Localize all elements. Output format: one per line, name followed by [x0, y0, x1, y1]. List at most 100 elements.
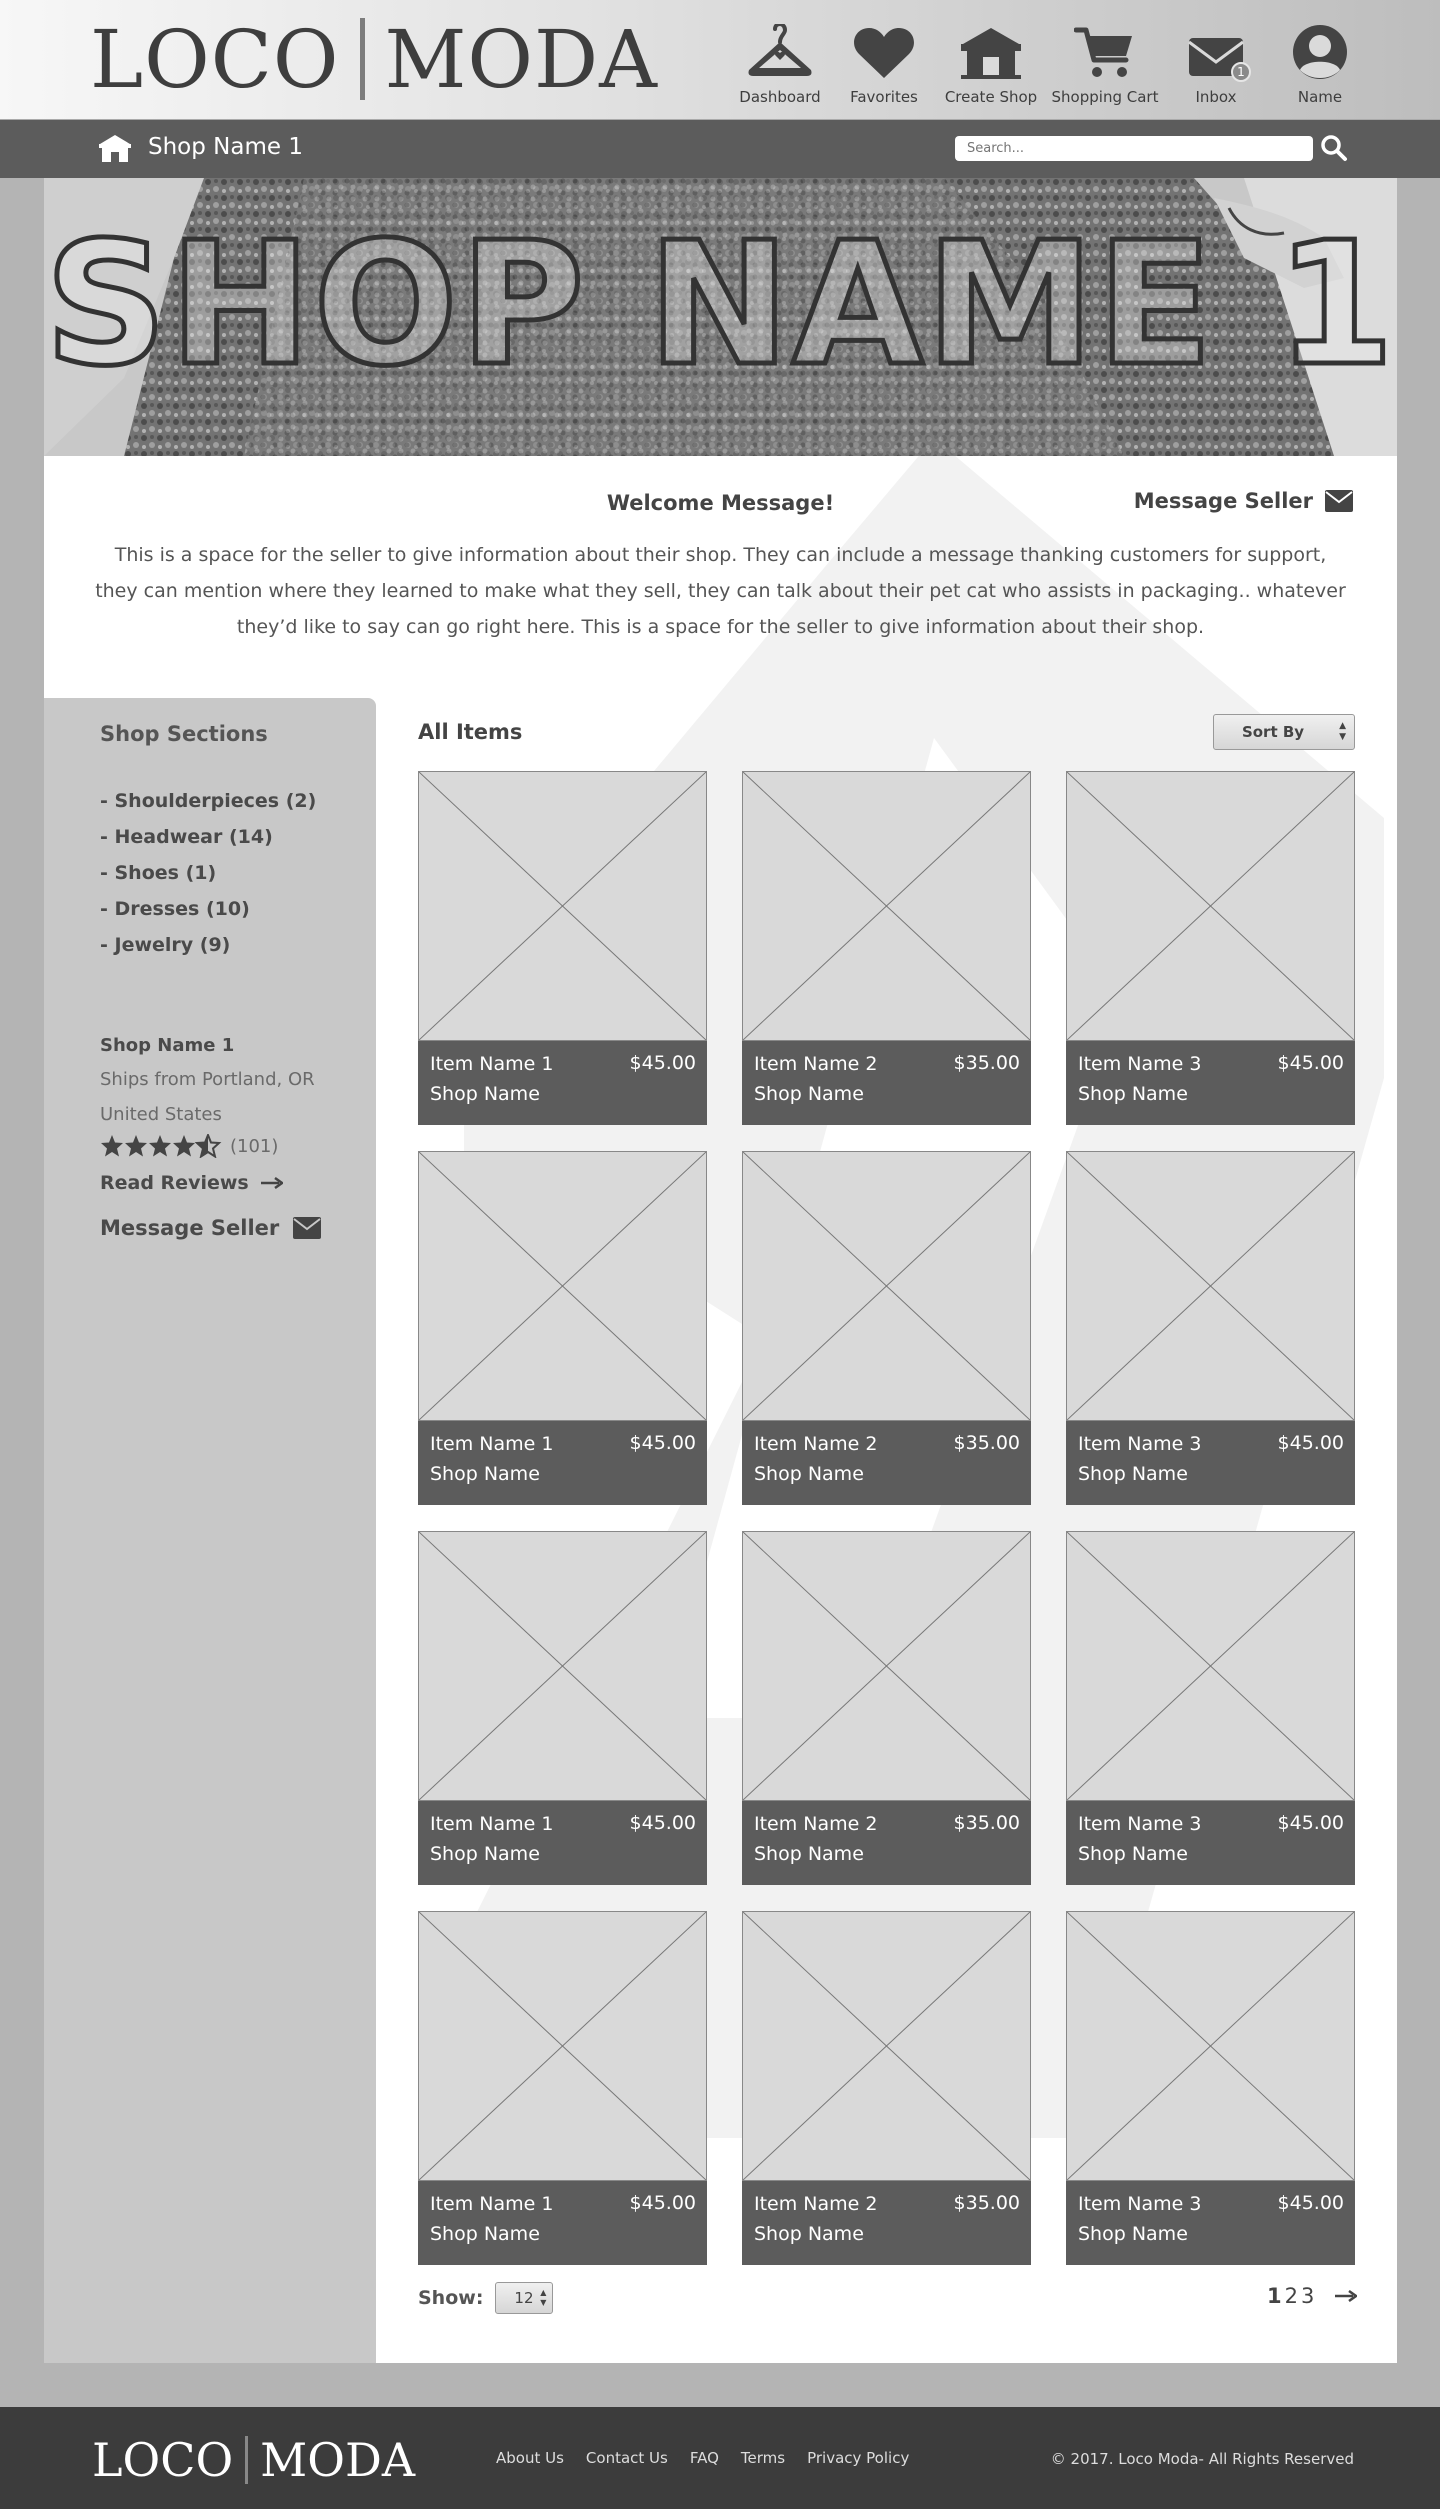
subnav-shop-name[interactable]: Shop Name 1: [148, 134, 303, 160]
item-info: Item Name 2 $35.00 Shop Name: [742, 2181, 1031, 2265]
footer-link-about[interactable]: About Us: [496, 2449, 564, 2467]
envelope-icon: [293, 1217, 322, 1239]
item-info: Item Name 3 $45.00 Shop Name: [1066, 1801, 1355, 1885]
section-link-shoulderpieces[interactable]: - Shoulderpieces (2): [100, 790, 316, 826]
item-name: Item Name 2: [754, 1053, 878, 1075]
section-link-dresses[interactable]: - Dresses (10): [100, 898, 316, 934]
nav-label: Inbox: [1195, 88, 1237, 106]
item-card[interactable]: Item Name 1 $45.00 Shop Name: [418, 771, 707, 1125]
page-link-3[interactable]: 3: [1301, 2284, 1314, 2308]
item-shop-name: Shop Name: [754, 1463, 864, 1485]
footer-link-terms[interactable]: Terms: [741, 2449, 785, 2467]
nav-create-shop[interactable]: Create Shop: [936, 18, 1046, 108]
item-image-placeholder: [742, 771, 1031, 1041]
show-label: Show:: [418, 2287, 484, 2309]
item-image-placeholder: [1066, 771, 1355, 1041]
item-name: Item Name 3: [1078, 1433, 1202, 1455]
section-link-shoes[interactable]: - Shoes (1): [100, 862, 316, 898]
footer-link-contact[interactable]: Contact Us: [586, 2449, 668, 2467]
page-link-1[interactable]: 1: [1267, 2284, 1282, 2308]
item-shop-name: Shop Name: [1078, 1463, 1188, 1485]
review-count: (101): [230, 1135, 279, 1157]
item-name: Item Name 1: [430, 1053, 554, 1075]
search-input[interactable]: [955, 136, 1313, 161]
item-image-placeholder: [742, 1151, 1031, 1421]
item-info: Item Name 2 $35.00 Shop Name: [742, 1041, 1031, 1125]
item-info: Item Name 1 $45.00 Shop Name: [418, 2181, 707, 2265]
footer-link-faq[interactable]: FAQ: [690, 2449, 719, 2467]
logo-part-2: MODA: [260, 2433, 416, 2487]
item-card[interactable]: Item Name 3 $45.00 Shop Name: [1066, 1531, 1355, 1885]
shop-sidebar: Shop Sections - Shoulderpieces (2) - Hea…: [44, 698, 376, 2363]
nav-shopping-cart[interactable]: Shopping Cart: [1046, 18, 1164, 108]
nav-favorites[interactable]: Favorites: [832, 18, 936, 108]
sort-by-label: Sort By: [1241, 723, 1305, 741]
brand-logo[interactable]: LOCO MODA: [90, 13, 658, 106]
section-link-jewelry[interactable]: - Jewelry (9): [100, 934, 316, 970]
image-placeholder-icon: [419, 1532, 706, 1800]
section-link-headwear[interactable]: - Headwear (14): [100, 826, 316, 862]
shop-rating: (101): [100, 1134, 278, 1158]
cart-icon: [1074, 18, 1136, 80]
sidebar-shop-name: Shop Name 1: [100, 1035, 235, 1056]
item-card[interactable]: Item Name 1 $45.00 Shop Name: [418, 1911, 707, 2265]
search-icon[interactable]: [1320, 134, 1348, 162]
item-image-placeholder: [418, 1151, 707, 1421]
item-card[interactable]: Item Name 2 $35.00 Shop Name: [742, 771, 1031, 1125]
all-items-title: All Items: [418, 720, 523, 744]
item-card[interactable]: Item Name 2 $35.00 Shop Name: [742, 1531, 1031, 1885]
item-price: $45.00: [629, 1812, 696, 1834]
nav-label: Favorites: [850, 88, 918, 106]
item-image-placeholder: [1066, 1151, 1355, 1421]
item-card[interactable]: Item Name 2 $35.00 Shop Name: [742, 1151, 1031, 1505]
message-seller-label: Message Seller: [1133, 489, 1313, 513]
shop-sections-list: - Shoulderpieces (2) - Headwear (14) - S…: [100, 790, 316, 970]
read-reviews-link[interactable]: Read Reviews: [100, 1172, 283, 1194]
heart-icon: [853, 18, 915, 80]
envelope-icon: 1: [1187, 18, 1251, 82]
sort-by-dropdown[interactable]: Sort By ▲ ▼: [1213, 714, 1355, 750]
item-image-placeholder: [1066, 1531, 1355, 1801]
item-price: $35.00: [953, 2192, 1020, 2214]
next-page-arrow-icon[interactable]: [1335, 2290, 1358, 2302]
shop-subnav: Shop Name 1: [0, 120, 1440, 178]
items-per-page-value: 12: [514, 2289, 534, 2307]
item-card[interactable]: Item Name 3 $45.00 Shop Name: [1066, 1151, 1355, 1505]
image-placeholder-icon: [743, 1912, 1030, 2180]
item-name: Item Name 3: [1078, 1813, 1202, 1835]
image-placeholder-icon: [419, 1912, 706, 2180]
item-shop-name: Shop Name: [1078, 1843, 1188, 1865]
footer-links: About Us Contact Us FAQ Terms Privacy Po…: [496, 2449, 931, 2467]
item-image-placeholder: [418, 771, 707, 1041]
image-placeholder-icon: [1067, 772, 1354, 1040]
nav-label: Dashboard: [739, 88, 821, 106]
item-card[interactable]: Item Name 3 $45.00 Shop Name: [1066, 771, 1355, 1125]
item-price: $45.00: [629, 1432, 696, 1454]
image-placeholder-icon: [1067, 1912, 1354, 2180]
nav-label: Create Shop: [944, 88, 1038, 106]
footer-logo[interactable]: LOCO MODA: [92, 2433, 415, 2487]
image-placeholder-icon: [419, 1152, 706, 1420]
item-shop-name: Shop Name: [1078, 1083, 1188, 1105]
item-card[interactable]: Item Name 1 $45.00 Shop Name: [418, 1151, 707, 1505]
item-shop-name: Shop Name: [754, 1843, 864, 1865]
item-card[interactable]: Item Name 2 $35.00 Shop Name: [742, 1911, 1031, 2265]
item-name: Item Name 3: [1078, 2193, 1202, 2215]
item-card[interactable]: Item Name 1 $45.00 Shop Name: [418, 1531, 707, 1885]
items-per-page-select[interactable]: 12 ▲ ▼: [495, 2282, 554, 2314]
item-name: Item Name 1: [430, 1433, 554, 1455]
message-seller-button[interactable]: Message Seller: [1134, 489, 1353, 513]
footer-link-privacy[interactable]: Privacy Policy: [807, 2449, 909, 2467]
nav-dashboard[interactable]: Dashboard: [728, 18, 832, 108]
sidebar-message-seller-button[interactable]: Message Seller: [100, 1216, 322, 1240]
pagination: 1 2 3: [1267, 2284, 1358, 2308]
shop-icon[interactable]: [98, 134, 132, 164]
item-image-placeholder: [418, 1531, 707, 1801]
image-placeholder-icon: [1067, 1532, 1354, 1800]
item-card[interactable]: Item Name 3 $45.00 Shop Name: [1066, 1911, 1355, 2265]
ships-from-text: Ships from Portland, OR United States: [100, 1069, 315, 1125]
item-name: Item Name 2: [754, 1433, 878, 1455]
nav-inbox[interactable]: 1 Inbox: [1164, 18, 1268, 108]
nav-profile[interactable]: Name: [1268, 18, 1372, 108]
page-link-2[interactable]: 2: [1285, 2284, 1298, 2308]
